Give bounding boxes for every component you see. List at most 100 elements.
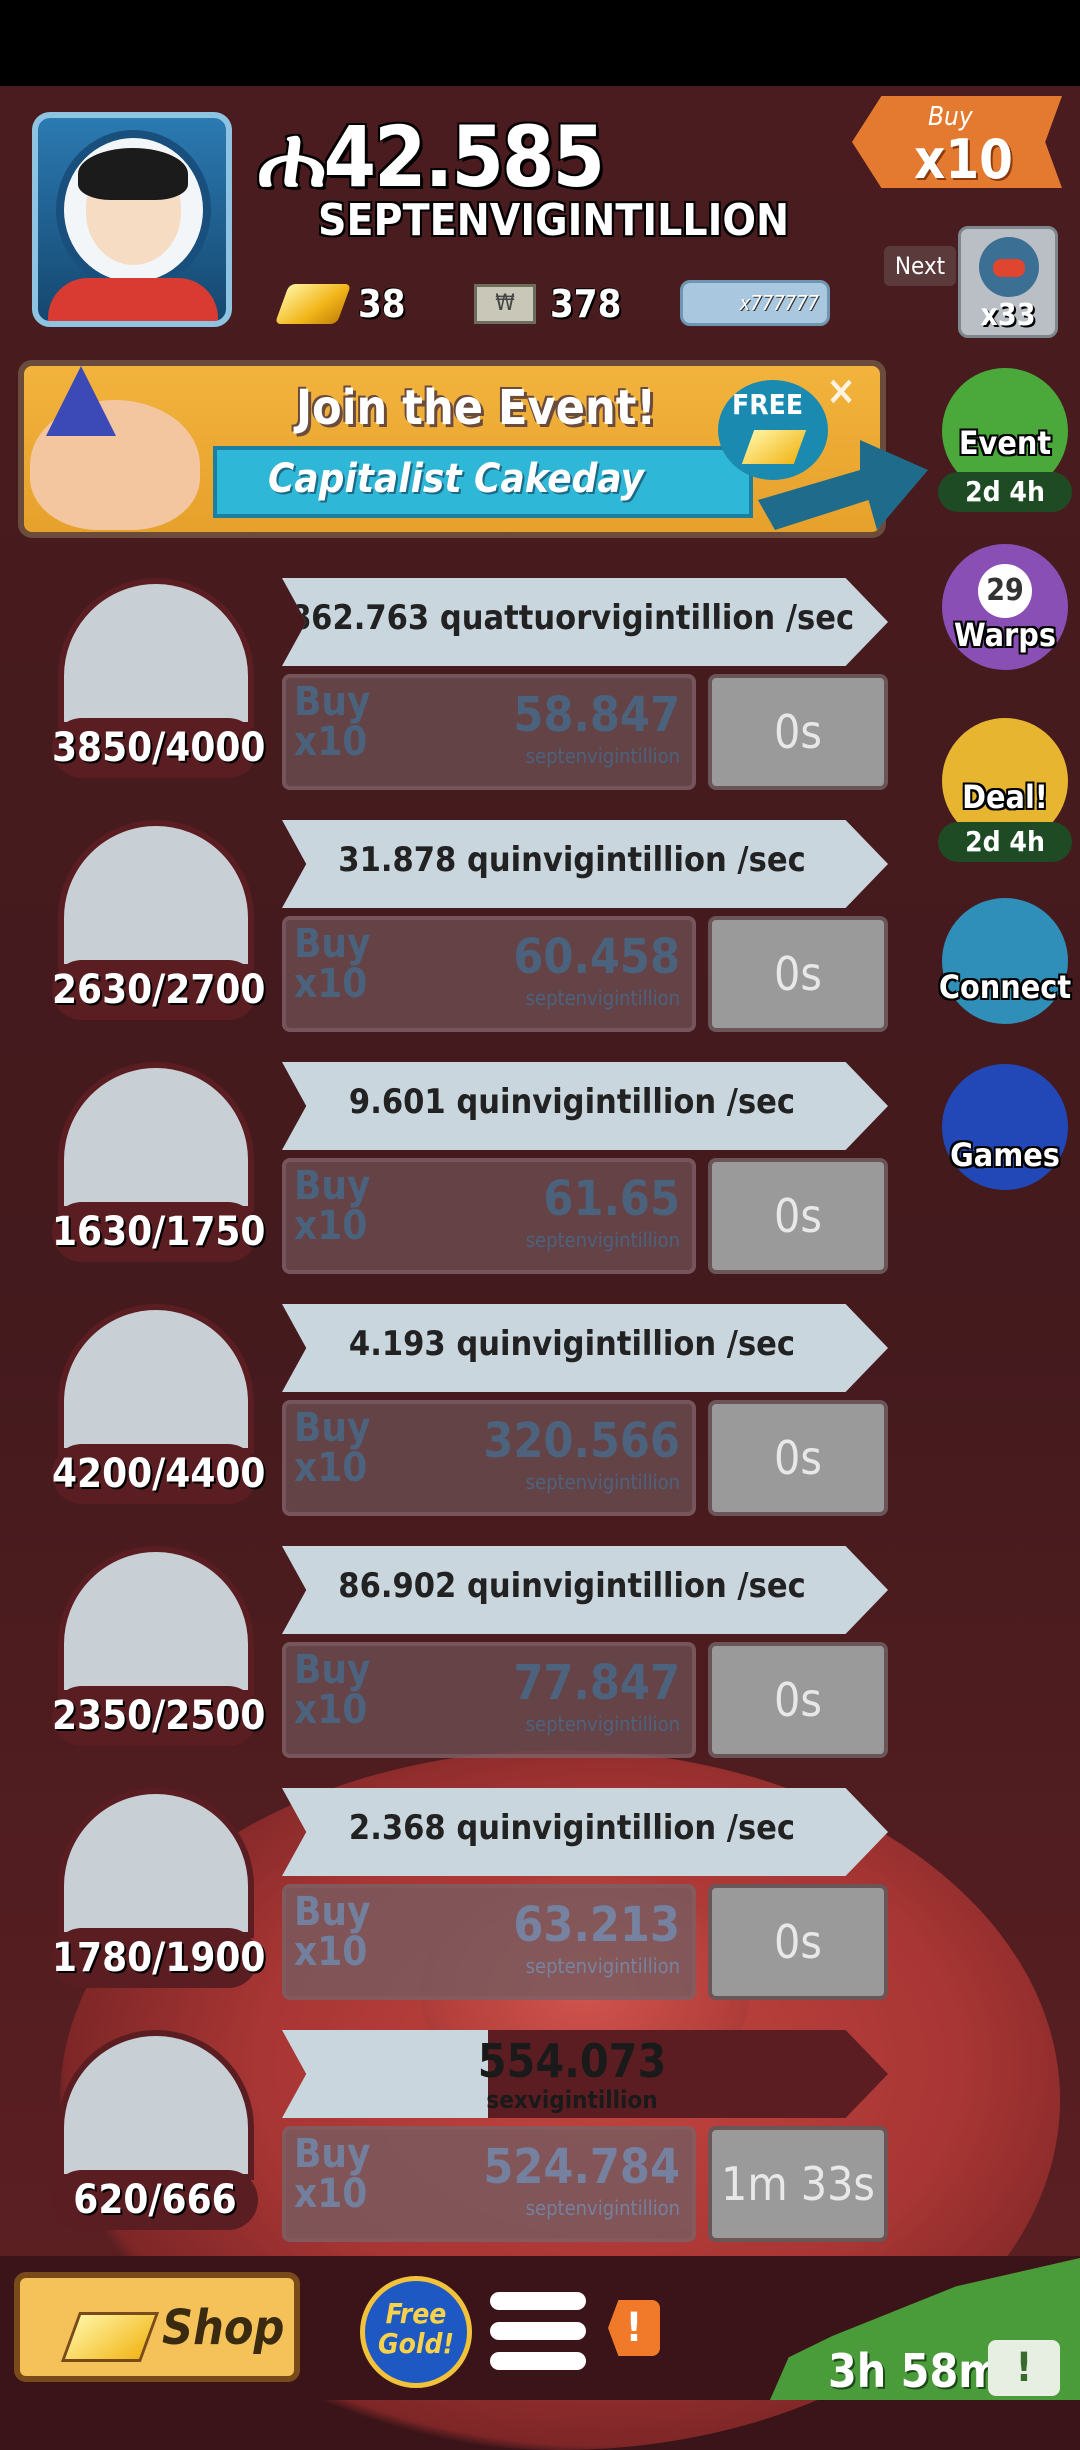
buy-price-unit: septenvigintillion (525, 744, 680, 768)
buy-price: 320.566 (483, 1413, 680, 1469)
cycle-timer: 0s (708, 1642, 888, 1758)
menu-button[interactable] (490, 2286, 586, 2376)
investment-count: 4200/4400 (52, 1444, 265, 1504)
buy-button[interactable]: Buy x10 524.784 septenvigintillion (282, 2126, 696, 2242)
investment-rate-bar[interactable]: 4.193 quinvigintillion /sec (282, 1304, 888, 1392)
connect-side-button[interactable]: Connect (938, 892, 1072, 1026)
currency-symbol: ሐ (258, 108, 325, 206)
spider-robot-investment-icon[interactable] (58, 2030, 254, 2180)
sun-investment-icon[interactable] (58, 1062, 254, 1212)
buy-price-unit: septenvigintillion (525, 2196, 680, 2220)
buy-button[interactable]: Buy x10 60.458 septenvigintillion (282, 916, 696, 1032)
event-subtitle: Capitalist Cakeday (268, 456, 644, 502)
status-bar (0, 0, 1080, 86)
buy-price-unit: septenvigintillion (525, 1954, 680, 1978)
tv-alert-icon: ! (988, 2340, 1060, 2396)
robot-pod-investment-icon[interactable] (58, 1788, 254, 1938)
event-close-button[interactable]: × (826, 368, 856, 414)
investment-row: 2350/2500 86.902 quinvigintillion /sec B… (0, 1546, 900, 1776)
player-avatar[interactable] (32, 112, 232, 327)
buy-label: Buy x10 (294, 1408, 371, 1488)
buy-label-bottom: x10 (294, 1445, 368, 1491)
buy-button[interactable]: Buy x10 77.847 septenvigintillion (282, 1642, 696, 1758)
buy-label: Buy x10 (294, 1892, 371, 1972)
investment-row: 620/666 554.073 sexvigintillion Buy x10 5… (0, 2030, 900, 2260)
megabucks-icon: ₩ (474, 284, 536, 324)
buy-price: 61.65 (543, 1171, 680, 1227)
event-title: Join the Event! (296, 380, 657, 436)
free-gold-button[interactable]: Free Gold! (360, 2276, 472, 2388)
investment-count: 1630/1750 (52, 1202, 265, 1262)
event-side-label: Event (958, 424, 1052, 462)
gold-icon (274, 284, 352, 324)
lunar-rover-investment-icon[interactable] (58, 820, 254, 970)
megabucks-count: 378 (550, 282, 622, 326)
buy-multiplier-button[interactable]: Buy x10 (852, 88, 1066, 192)
investment-row: 4200/4400 4.193 quinvigintillion /sec Bu… (0, 1304, 900, 1534)
investment-progress-bar[interactable]: 554.073 sexvigintillion (282, 2030, 888, 2118)
buy-button[interactable]: Buy x10 61.65 septenvigintillion (282, 1158, 696, 1274)
buy-price: 60.458 (513, 929, 680, 985)
buy-price: 58.847 (513, 687, 680, 743)
investment-progress-unit: sexvigintillion (486, 2086, 658, 2114)
warps-side-button[interactable]: 29 Warps (938, 538, 1072, 672)
next-label: Next (884, 246, 956, 286)
games-side-button[interactable]: Games (938, 1058, 1072, 1192)
deal-side-label: Deal! (962, 778, 1048, 816)
buy-label-bottom: x10 (294, 1203, 368, 1249)
buy-button[interactable]: Buy x10 63.213 septenvigintillion (282, 1884, 696, 2000)
buy-button[interactable]: Buy x10 320.566 septenvigintillion (282, 1400, 696, 1516)
alert-icon[interactable]: ! (608, 2300, 660, 2356)
menu-line-icon (490, 2352, 586, 2370)
event-side-button[interactable]: Event 2d 4h (938, 362, 1072, 512)
cycle-timer: 1m 33s (708, 2126, 888, 2242)
buy-price: 524.784 (483, 2139, 680, 2195)
next-unlock-count: x33 (980, 298, 1036, 333)
alien-investment-icon[interactable] (58, 1304, 254, 1454)
investment-row: 3850/4000 862.763 quattuorvigintillion /… (0, 578, 900, 808)
astronaut-investment-icon[interactable] (58, 578, 254, 728)
cycle-timer: 0s (708, 1400, 888, 1516)
shop-button[interactable]: Shop (14, 2272, 300, 2382)
buy-button[interactable]: Buy x10 58.847 septenvigintillion (282, 674, 696, 790)
buy-label: Buy x10 (294, 1650, 371, 1730)
games-side-label: Games (950, 1136, 1060, 1174)
timer-label: 3h 58m (828, 2344, 1002, 2398)
investment-rate-bar[interactable]: 86.902 quinvigintillion /sec (282, 1546, 888, 1634)
investment-count: 1780/1900 (52, 1928, 265, 1988)
shop-label: Shop (162, 2300, 285, 2356)
buy-label: Buy x10 (294, 2134, 371, 2214)
buy-label-bottom: x10 (294, 1687, 368, 1733)
next-unlock-button[interactable]: x33 (958, 226, 1058, 338)
investment-rate: 4.193 quinvigintillion /sec (348, 1324, 796, 1364)
buy-price-unit: septenvigintillion (525, 1712, 680, 1736)
buy-label-top: Buy (294, 1163, 371, 1209)
buy-label-top: Buy (294, 1647, 371, 1693)
deal-side-timer: 2d 4h (938, 822, 1072, 862)
investment-rate-bar[interactable]: 862.763 quattuorvigintillion /sec (282, 578, 888, 666)
buy-label-top: Buy (294, 1405, 371, 1451)
investment-rate: 862.763 quattuorvigintillion /sec (289, 598, 855, 638)
event-banner[interactable]: Join the Event! Capitalist Cakeday FREE (18, 360, 928, 540)
money-total: ሐ42.585 (258, 112, 605, 202)
free-gold-badge: FREE (718, 380, 828, 480)
investment-rate: 31.878 quinvigintillion /sec (338, 840, 806, 880)
investment-rate: 2.368 quinvigintillion /sec (348, 1808, 796, 1848)
brain-investment-icon[interactable] (58, 1546, 254, 1696)
buy-label-top: Buy (294, 1889, 371, 1935)
buy-label-top: Buy (294, 679, 371, 725)
buy-label: Buy x10 (294, 924, 371, 1004)
buy-label-bottom: x10 (294, 719, 368, 765)
deal-side-button[interactable]: Deal! 2d 4h (938, 712, 1072, 862)
investment-rate-bar[interactable]: 9.601 quinvigintillion /sec (282, 1062, 888, 1150)
buy-price: 63.213 (513, 1897, 680, 1953)
investment-count: 2350/2500 (52, 1686, 265, 1746)
cycle-timer: 0s (708, 1884, 888, 2000)
bucks-display: x777777 (680, 280, 830, 326)
investment-rate-bar[interactable]: 31.878 quinvigintillion /sec (282, 820, 888, 908)
money-unit: SEPTENVIGINTILLION (318, 195, 790, 246)
warps-count: 29 (978, 564, 1032, 618)
cycle-timer: 0s (708, 916, 888, 1032)
investment-rate-bar[interactable]: 2.368 quinvigintillion /sec (282, 1788, 888, 1876)
investment-count: 3850/4000 (52, 718, 265, 778)
